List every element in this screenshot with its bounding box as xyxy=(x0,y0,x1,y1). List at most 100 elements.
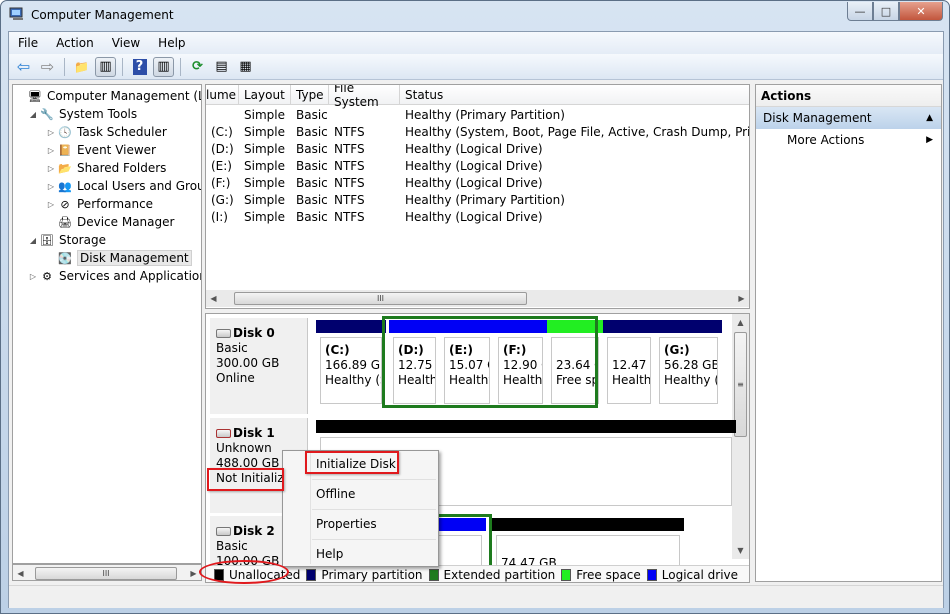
up-one-level-button[interactable]: 📁 xyxy=(71,57,92,77)
show-hide-tree-button[interactable]: ▥ xyxy=(95,56,116,77)
volume-row[interactable]: (D:) Simple Basic NTFS Healthy (Logical Driv… xyxy=(206,142,749,159)
scroll-left-arrow-icon[interactable]: ◀ xyxy=(206,290,221,307)
layout-cell: Simple xyxy=(244,210,285,224)
tree-item-performance[interactable]: ▷ ⊘ Performance xyxy=(45,195,153,213)
tree-item-system-tools[interactable]: ◢ 🔧 System Tools xyxy=(27,105,137,123)
maximize-button[interactable]: □ xyxy=(873,2,899,21)
column-status[interactable]: Status xyxy=(400,85,749,105)
forward-button[interactable]: ⇨ xyxy=(37,57,58,77)
disk-size: 300.00 GB xyxy=(216,356,280,370)
collapsed-arrow-icon[interactable]: ▷ xyxy=(45,128,57,137)
volume-row[interactable]: Simple Basic Healthy (Primary Partition) xyxy=(206,108,749,125)
partition-size: 56.28 GB I xyxy=(664,358,718,372)
collapsed-arrow-icon[interactable]: ▷ xyxy=(45,164,57,173)
partition-primary[interactable]: (G:)56.28 GB IHealthy (I xyxy=(655,320,722,408)
menu-bar: File Action View Help xyxy=(9,32,943,54)
maximize-icon: □ xyxy=(880,4,892,18)
type-cell: Basic xyxy=(296,142,328,156)
tree-node-icon: 🔧 xyxy=(40,107,54,121)
tree-horizontal-scrollbar[interactable]: ◀ III ▶ xyxy=(12,564,202,581)
legend-swatch xyxy=(428,568,439,581)
disk-name: Disk 0 xyxy=(216,326,307,341)
volume-row[interactable]: (C:) Simple Basic NTFS Healthy (System, Boot… xyxy=(206,125,749,142)
help-button[interactable]: ? xyxy=(129,57,150,77)
volume-list-scroll-thumb[interactable]: III xyxy=(234,292,527,305)
volume-cell xyxy=(206,108,239,125)
tree-item-local-users-and-groups[interactable]: ▷👥 Local Users and Groups xyxy=(45,177,201,195)
scroll-down-arrow-icon[interactable]: ▼ xyxy=(733,544,748,556)
type-cell: Basic xyxy=(296,159,328,173)
partition-primary[interactable]: (C:)166.89 GBHealthy (S xyxy=(316,320,386,408)
menu-item-help[interactable]: Help xyxy=(316,547,343,561)
export-button[interactable]: ▦ xyxy=(235,57,256,77)
close-button[interactable]: ✕ xyxy=(899,2,943,21)
status-cell: Healthy (Logical Drive) xyxy=(405,142,543,156)
partition-color-bar xyxy=(316,420,736,433)
actions-section-disk-management[interactable]: Disk Management ▲ xyxy=(756,107,941,129)
back-button[interactable]: ⇦ xyxy=(13,57,34,77)
tree-item-storage[interactable]: ◢ 🗄 Storage xyxy=(27,231,106,249)
menu-item-properties[interactable]: Properties xyxy=(316,517,377,531)
collapsed-arrow-icon[interactable]: ▷ xyxy=(45,182,57,191)
file-system-cell: NTFS xyxy=(334,193,365,207)
partition-details: (G:)56.28 GB IHealthy (I xyxy=(659,337,718,404)
scroll-right-arrow-icon[interactable]: ▶ xyxy=(734,290,749,307)
disk-drive-icon xyxy=(216,527,231,536)
collapsed-arrow-icon[interactable]: ▷ xyxy=(45,200,57,209)
menu-action[interactable]: Action xyxy=(47,36,103,50)
partition-primary[interactable]: 12.47 GHealthy xyxy=(603,320,655,408)
refresh-button[interactable]: ⟳ xyxy=(187,57,208,77)
tree-node-icon: 🗄 xyxy=(40,233,54,247)
volume-cell: (E:) xyxy=(211,159,232,173)
expanded-arrow-icon[interactable]: ◢ xyxy=(27,110,39,119)
scroll-left-arrow-icon[interactable]: ◀ xyxy=(13,565,28,582)
tree-item-services-and-applications[interactable]: ▷ ⚙ Services and Applications xyxy=(27,267,202,285)
column-volume[interactable]: lume xyxy=(206,85,239,105)
column-file-system[interactable]: File System xyxy=(329,85,400,109)
column-type[interactable]: Type xyxy=(291,85,329,105)
computer-management-window: Computer Management — □ ✕ File Action Vi… xyxy=(0,0,950,614)
column-layout[interactable]: Layout xyxy=(239,85,291,105)
expanded-arrow-icon[interactable]: ◢ xyxy=(27,236,39,245)
grip-icon: III xyxy=(376,294,385,303)
partition-label xyxy=(612,343,650,358)
collapsed-arrow-icon[interactable]: ▷ xyxy=(45,146,57,155)
volume-row[interactable]: (G:) Simple Basic NTFS Healthy (Primary Part… xyxy=(206,193,749,210)
tree-scroll-thumb[interactable]: III xyxy=(35,567,177,580)
minimize-button[interactable]: — xyxy=(847,2,873,21)
legend-swatch xyxy=(306,568,317,581)
menu-help[interactable]: Help xyxy=(149,36,194,50)
status-bar xyxy=(9,585,943,608)
title-bar[interactable]: Computer Management — □ ✕ xyxy=(1,1,949,29)
volume-row[interactable]: (F:) Simple Basic NTFS Healthy (Logical Driv… xyxy=(206,176,749,193)
more-actions-item[interactable]: More Actions ▶ xyxy=(756,129,941,151)
disk-info-0[interactable]: Disk 0 Basic 300.00 GB Online xyxy=(210,318,308,414)
status-cell: Healthy (Logical Drive) xyxy=(405,159,543,173)
collapse-up-icon[interactable]: ▲ xyxy=(926,113,933,123)
tree-item-task-scheduler[interactable]: ▷ 🕓 Task Scheduler xyxy=(45,123,167,141)
scroll-up-arrow-icon[interactable]: ▲ xyxy=(733,316,748,328)
menu-file[interactable]: File xyxy=(9,36,47,50)
type-cell: Basic xyxy=(296,210,328,224)
properties-button[interactable]: ▤ xyxy=(211,57,232,77)
legend-swatch xyxy=(561,568,572,581)
tree-item-computer-management-local[interactable]: 🖥 Computer Management (Local xyxy=(15,87,201,105)
volume-list-horizontal-scrollbar[interactable]: ◀ III ▶ xyxy=(206,290,749,307)
tree-item-event-viewer[interactable]: ▷ 📔 Event Viewer xyxy=(45,141,156,159)
volume-row[interactable]: (E:) Simple Basic NTFS Healthy (Logical Driv… xyxy=(206,159,749,176)
tree-item-shared-folders[interactable]: ▷ 📂 Shared Folders xyxy=(45,159,166,177)
show-hide-action-pane-button[interactable]: ▥ xyxy=(153,56,174,77)
more-actions-label: More Actions xyxy=(787,133,865,147)
volume-row[interactable]: (I:) Simple Basic NTFS Healthy (Logical Driv… xyxy=(206,210,749,227)
tree-item-label: Services and Applications xyxy=(59,269,202,283)
status-cell: Healthy (Primary Partition) xyxy=(405,108,565,122)
collapsed-arrow-icon[interactable]: ▷ xyxy=(27,272,39,281)
back-icon: ⇦ xyxy=(16,57,31,76)
partition-details: 12.47 GHealthy xyxy=(607,337,651,404)
menu-item-offline[interactable]: Offline xyxy=(316,487,355,501)
file-system-cell xyxy=(329,108,400,125)
grip-icon: III xyxy=(102,569,110,578)
tree-item-device-manager[interactable]: 🖨 Device Manager xyxy=(45,213,174,231)
menu-view[interactable]: View xyxy=(103,36,149,50)
tree-item-disk-management[interactable]: 💽 Disk Management xyxy=(45,249,192,267)
